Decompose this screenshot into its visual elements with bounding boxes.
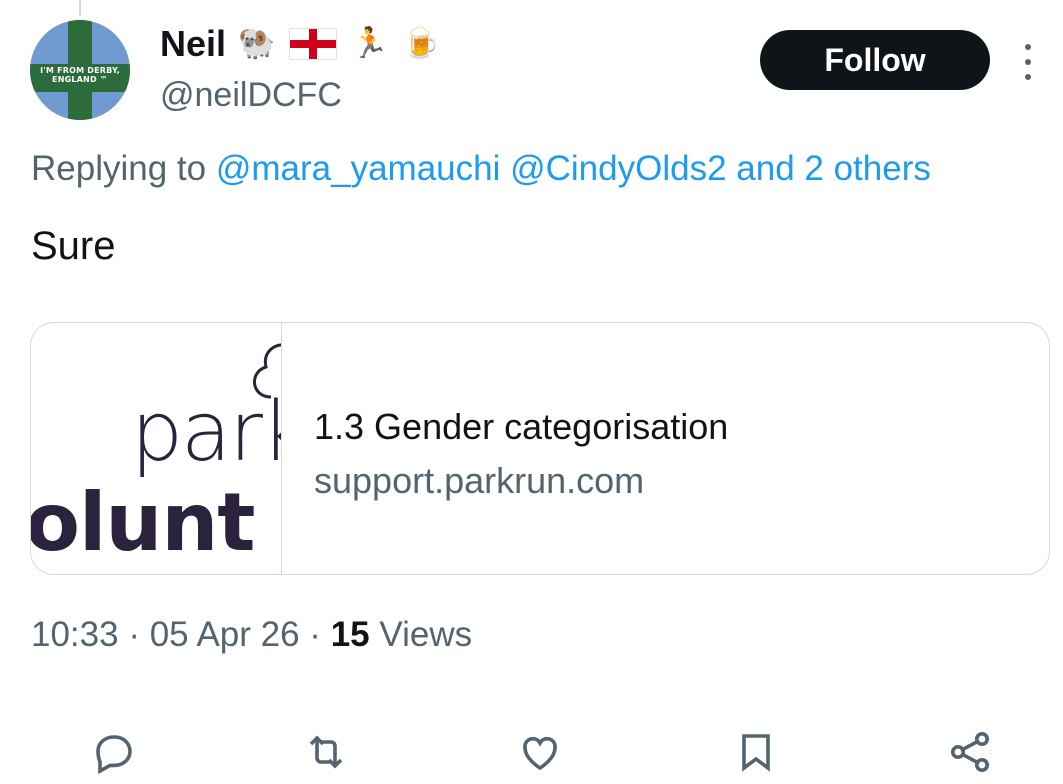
ram-emoji: 🐏 [238,27,276,60]
runner-emoji: 🏃 [351,27,389,60]
card-title[interactable]: 1.3 Gender categorisation [314,405,728,449]
like-icon[interactable] [512,724,568,780]
share-icon[interactable] [942,724,998,780]
author-name[interactable]: Neil [160,22,226,66]
thread-connector-line [79,0,81,16]
thumb-logo-text-bottom: olunt [31,476,256,569]
link-preview-card[interactable]: park olunt 1.3 Gender categorisation sup… [30,322,1050,575]
author-name-row[interactable]: Neil 🐏 🏃 🍺 [160,22,440,66]
tweet-date[interactable]: 05 Apr 26 [150,615,300,654]
meta-separator: · [128,615,150,654]
meta-separator: · [309,615,331,654]
follow-button[interactable]: Follow [760,30,990,90]
tweet-meta: 10:33 · 05 Apr 26 · 15 Views [31,612,472,658]
card-domain: support.parkrun.com [314,460,645,501]
views-label: Views [379,615,473,654]
tweet-time[interactable]: 10:33 [31,615,119,654]
reply-mentions-link[interactable]: @mara_yamauchi @CindyOlds2 and 2 others [216,149,931,188]
bookmark-icon[interactable] [728,724,784,780]
england-flag-icon [289,28,338,60]
replying-prefix: Replying to [31,149,207,188]
avatar-badge-text: I'M FROM DERBY, ENGLAND ™ [40,66,120,84]
reply-icon[interactable] [86,724,142,780]
avatar[interactable]: I'M FROM DERBY, ENGLAND ™ [30,20,130,120]
retweet-icon[interactable] [298,724,354,780]
author-emojis: 🐏 🏃 🍺 [238,24,440,64]
thumb-logo-text-top: park [131,385,281,480]
views-count: 15 [330,615,370,654]
more-options-icon[interactable] [1018,44,1038,80]
action-bar [0,720,1063,784]
card-thumbnail: park olunt [31,323,282,574]
replying-to-line: Replying to @mara_yamauchi @CindyOlds2 a… [31,145,931,193]
tweet-text: Sure [31,224,116,268]
author-handle[interactable]: @neilDCFC [160,74,342,116]
beer-emoji: 🍺 [402,27,441,60]
